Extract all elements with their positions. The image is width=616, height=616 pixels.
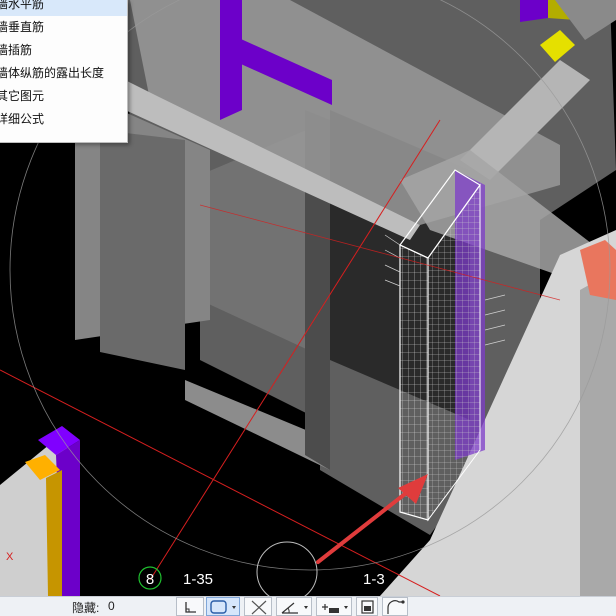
- hide-count: 0: [108, 599, 115, 613]
- offset-input-button[interactable]: [316, 597, 352, 616]
- cross-select-button[interactable]: [244, 597, 272, 616]
- annotation-arrow-shaft: [316, 488, 412, 564]
- app-window: 8 1-35 1-3 X 墙水平筋 墙垂直筋 墙插筋 墙体纵筋的露出长度 其它图…: [0, 0, 616, 616]
- menu-item-other-elements[interactable]: 其它图元: [0, 85, 127, 108]
- rectangle-select-button[interactable]: [206, 597, 240, 616]
- status-bar: 隐藏: 0: [0, 596, 616, 616]
- axis-x-letter: X: [6, 551, 14, 563]
- left-column-yellow: [46, 470, 62, 596]
- menu-item-rebar-exposed-length[interactable]: 墙体纵筋的露出长度: [0, 62, 127, 85]
- menu-item-wall-horizontal-rebar[interactable]: 墙水平筋: [0, 0, 127, 16]
- left-pillar: [100, 130, 185, 370]
- hide-label: 隐藏:: [72, 601, 100, 615]
- rectangle-select-icon: [210, 600, 236, 614]
- menu-item-wall-vertical-rebar[interactable]: 墙垂直筋: [0, 16, 127, 39]
- axis-label-right: 1-3: [363, 571, 385, 588]
- display-settings-button[interactable]: [356, 597, 378, 616]
- offset-input-icon: [322, 604, 348, 613]
- axis-label-left: 1-35: [183, 571, 213, 588]
- orthogonal-icon: [185, 602, 196, 613]
- orthogonal-button[interactable]: [176, 597, 204, 616]
- axis-number: 8: [146, 571, 154, 588]
- context-menu: 墙水平筋 墙垂直筋 墙插筋 墙体纵筋的露出长度 其它图元 详细公式: [0, 0, 128, 143]
- menu-item-wall-dowel-rebar[interactable]: 墙插筋: [0, 39, 127, 62]
- cross-select-icon: [251, 600, 267, 615]
- angle-icon: [281, 602, 308, 614]
- display-settings-icon: [361, 600, 374, 614]
- menu-item-detailed-formula[interactable]: 详细公式: [0, 108, 127, 131]
- arc-icon: [387, 600, 405, 614]
- 3d-viewport[interactable]: 8 1-35 1-3 X 墙水平筋 墙垂直筋 墙插筋 墙体纵筋的露出长度 其它图…: [0, 0, 616, 596]
- arc-button[interactable]: [382, 597, 408, 616]
- angle-button[interactable]: [276, 597, 312, 616]
- right-wall-side: [580, 270, 616, 596]
